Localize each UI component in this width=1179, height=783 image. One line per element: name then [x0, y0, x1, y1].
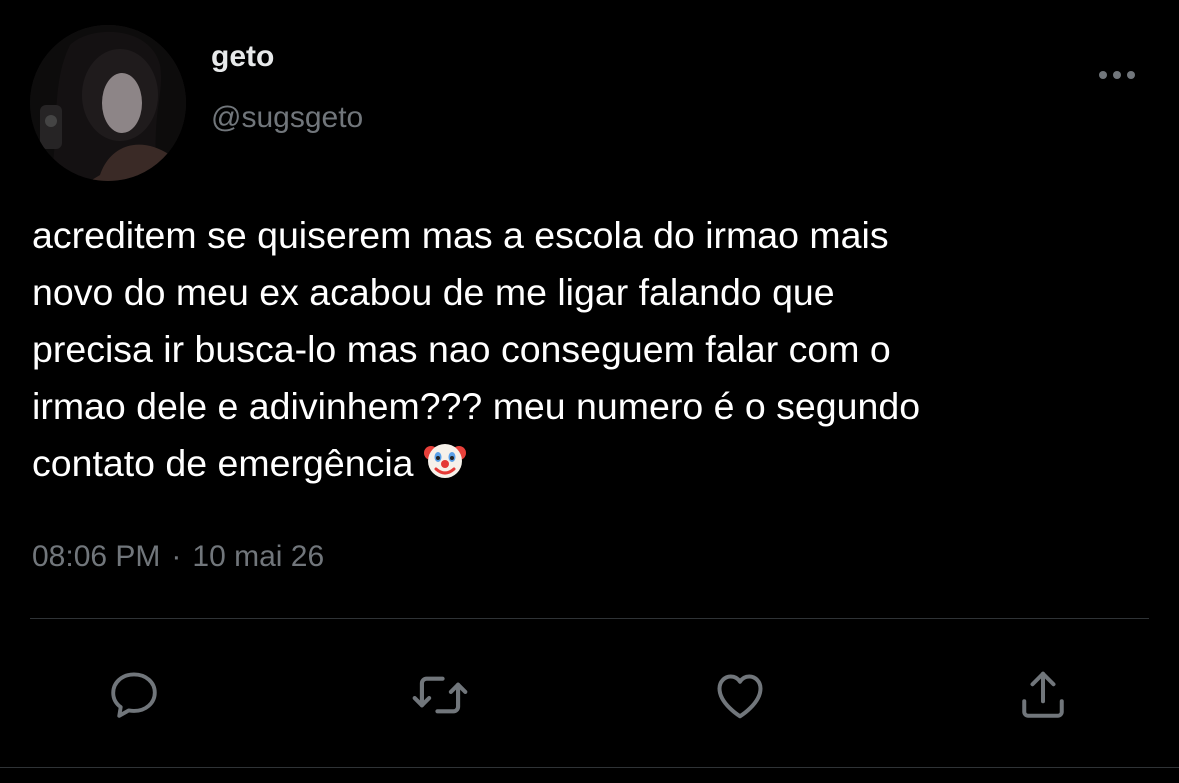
tweet-text-content: acreditem se quiserem mas a escola do ir…: [32, 214, 921, 484]
tweet-date: 10 mai 26: [192, 540, 325, 573]
meta-separator: ·: [171, 540, 182, 573]
reply-bubble-icon: [111, 672, 157, 718]
heart-icon: [717, 674, 763, 719]
share-upload-icon: [1022, 671, 1064, 718]
avatar-photo: [30, 25, 186, 181]
tweet-card: geto @sugsgeto acreditem se quiserem mas…: [0, 0, 1179, 783]
reply-button[interactable]: [99, 660, 169, 730]
more-options-button[interactable]: [1093, 58, 1141, 92]
action-bar: [0, 660, 1179, 730]
clown-face-emoji: [423, 439, 466, 481]
author-display-name[interactable]: geto: [211, 40, 274, 74]
tweet-timestamp[interactable]: 08:06 PM · 10 mai 26: [32, 540, 324, 574]
more-horizontal-icon: [1099, 71, 1135, 79]
like-button[interactable]: [705, 660, 775, 730]
tweet-time: 08:06 PM: [32, 540, 161, 573]
divider: [30, 618, 1149, 619]
retweet-icon: [412, 676, 468, 714]
retweet-button[interactable]: [405, 660, 475, 730]
author-handle[interactable]: @sugsgeto: [211, 101, 363, 135]
bottom-divider: [0, 767, 1179, 768]
avatar[interactable]: [30, 25, 186, 181]
tweet-text: acreditem se quiserem mas a escola do ir…: [32, 207, 1147, 492]
share-button[interactable]: [1008, 660, 1078, 730]
